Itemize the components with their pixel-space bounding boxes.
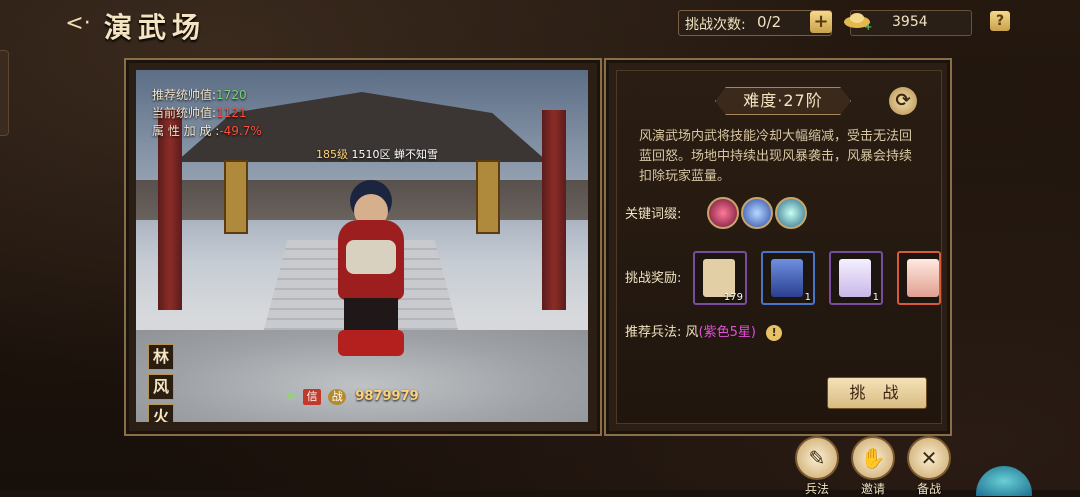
reward-count-1: 179 bbox=[723, 292, 743, 303]
player-level: 185级 bbox=[316, 148, 348, 161]
signal-icon: ≋ bbox=[286, 389, 297, 404]
banner-left bbox=[224, 160, 248, 234]
scroll-icon: ✎ bbox=[795, 436, 839, 480]
reward-item-3[interactable]: 1 bbox=[829, 251, 883, 305]
back-arrow-icon[interactable]: <· bbox=[62, 10, 94, 38]
current-label: 当前统帅值: bbox=[152, 106, 217, 120]
tag-wind[interactable]: 风 bbox=[148, 374, 174, 400]
keywords-label: 关键词缀: bbox=[625, 207, 682, 222]
player-label: 185级 1510区 蝉不知雪 bbox=[316, 146, 438, 162]
add-challenge-button[interactable]: + bbox=[810, 11, 832, 33]
recommend-detail: (紫色5星) bbox=[698, 325, 756, 340]
difficulty-banner: 难度·27阶 bbox=[715, 87, 851, 115]
challenge-count-box: 挑战次数: 0/2 bbox=[678, 10, 832, 36]
top-bar: <· 演武场 挑战次数: 0/2 + + 3954 ? bbox=[0, 0, 1080, 50]
tag-fire[interactable]: 火 bbox=[148, 404, 174, 422]
side-drawer-handle[interactable] bbox=[0, 50, 9, 136]
bingfa-label: 兵法 bbox=[804, 482, 829, 496]
hero-armor bbox=[346, 240, 396, 274]
keyword-icon-1[interactable] bbox=[707, 197, 739, 229]
current-value: 1121 bbox=[216, 106, 247, 120]
hero-character[interactable] bbox=[316, 180, 426, 360]
element-tags: 林 风 火 bbox=[148, 344, 174, 422]
prepare-button[interactable]: ✕ 备战 bbox=[906, 436, 952, 497]
trust-badge-icon: 信 bbox=[303, 388, 322, 405]
reward-count-3: 1 bbox=[872, 292, 879, 303]
hero-panel: 推荐统帅值:1720 当前统帅值:1121 属 性 加 成 :-49.7% 18… bbox=[124, 58, 602, 436]
help-button[interactable]: ? bbox=[990, 11, 1010, 31]
challenge-button[interactable]: 挑 战 bbox=[827, 377, 927, 409]
pillar-right bbox=[542, 110, 566, 310]
crossed-swords-icon: ✕ bbox=[907, 436, 951, 480]
pillar-left bbox=[158, 110, 182, 310]
bingfa-button[interactable]: ✎ 兵法 bbox=[794, 436, 840, 497]
recommend-value: 风 bbox=[685, 325, 699, 340]
arena-description: 风演武场内武将技能冷却大幅缩减，受击无法回蓝回怒。场地中持续出现风暴袭击，风暴会… bbox=[639, 129, 913, 184]
card-icon bbox=[907, 259, 939, 297]
power-value: 9879979 bbox=[355, 389, 419, 404]
invite-button[interactable]: ✋ 邀请 bbox=[850, 436, 896, 497]
svg-text:+: + bbox=[864, 22, 872, 32]
challenge-panel: 难度·27阶 ⟳ 风演武场内武将技能冷却大幅缩减，受击无法回蓝回怒。场地中持续出… bbox=[604, 58, 952, 436]
page-title: 演武场 bbox=[104, 11, 207, 44]
prepare-label: 备战 bbox=[916, 482, 941, 496]
keyword-icon-3[interactable] bbox=[775, 197, 807, 229]
book-icon bbox=[771, 259, 803, 297]
rewards-label: 挑战奖励: bbox=[625, 271, 682, 286]
info-icon[interactable]: ! bbox=[766, 324, 783, 341]
keyword-icon-2[interactable] bbox=[741, 197, 773, 229]
reward-item-1[interactable]: 179 bbox=[693, 251, 747, 305]
refresh-icon[interactable]: ⟳ bbox=[889, 87, 917, 115]
card-icon bbox=[839, 259, 871, 297]
difficulty-text: 难度·27阶 bbox=[743, 91, 823, 110]
player-name: 蝉不知雪 bbox=[394, 148, 438, 161]
reward-item-2[interactable]: 1 bbox=[761, 251, 815, 305]
hero-boots bbox=[338, 330, 404, 356]
reward-item-4[interactable] bbox=[897, 251, 941, 305]
recommend-row: 推荐兵法: 风(紫色5星) ! bbox=[625, 321, 783, 341]
power-display: ≋ 信 战 9879979 bbox=[286, 386, 419, 405]
recommended-label: 推荐统帅值: bbox=[152, 88, 217, 102]
handshake-icon: ✋ bbox=[851, 436, 895, 480]
recommend-label: 推荐兵法: bbox=[625, 325, 682, 340]
player-server: 1510区 bbox=[351, 148, 391, 161]
gold-ingot-icon: + bbox=[844, 13, 872, 32]
tag-forest[interactable]: 林 bbox=[148, 344, 174, 370]
battle-badge-icon: 战 bbox=[328, 388, 347, 405]
reward-count-2: 1 bbox=[804, 292, 811, 303]
challenge-count-value: 0/2 bbox=[757, 13, 782, 31]
arena-scene: 推荐统帅值:1720 当前统帅值:1121 属 性 加 成 :-49.7% 18… bbox=[136, 70, 588, 422]
bonus-value: -49.7% bbox=[219, 124, 262, 138]
bonus-label: 属 性 加 成 : bbox=[152, 124, 220, 138]
challenge-panel-inner: 难度·27阶 ⟳ 风演武场内武将技能冷却大幅缩减，受击无法回蓝回怒。场地中持续出… bbox=[616, 70, 942, 424]
hero-stats: 推荐统帅值:1720 当前统帅值:1121 属 性 加 成 :-49.7% bbox=[152, 86, 262, 140]
invite-label: 邀请 bbox=[860, 482, 885, 496]
recommended-value: 1720 bbox=[216, 88, 247, 102]
banner-right bbox=[476, 160, 500, 234]
challenge-count-label: 挑战次数: bbox=[685, 17, 746, 33]
gold-value: 3954 bbox=[892, 14, 928, 30]
